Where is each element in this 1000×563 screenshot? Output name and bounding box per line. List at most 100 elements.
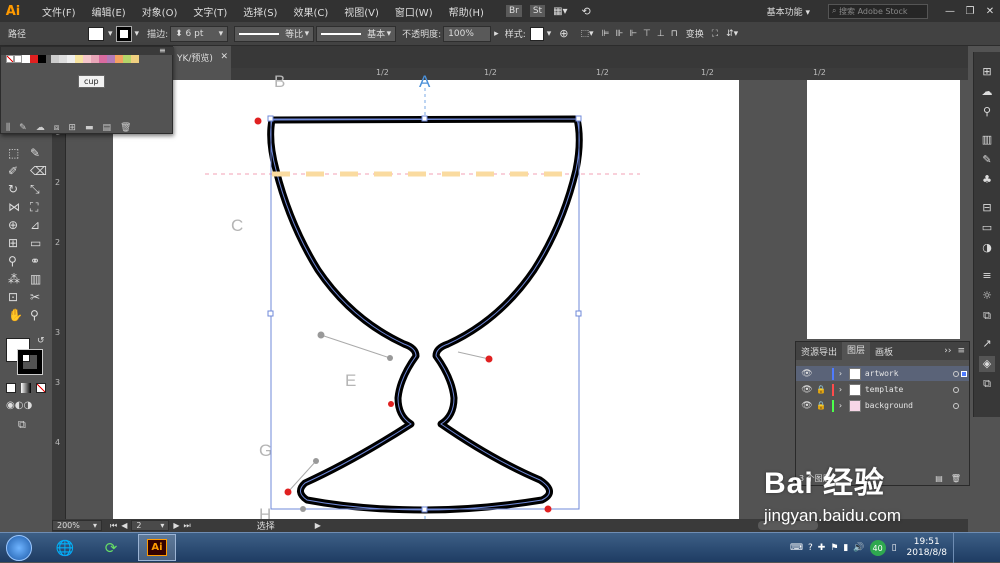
panel-menu-icon[interactable]: ≡ xyxy=(957,346,965,356)
variable-width-profile[interactable]: 等比 ▾ xyxy=(234,25,315,42)
workspace-switcher[interactable]: 基本功能 ▾ xyxy=(767,5,810,18)
anchor-point[interactable] xyxy=(387,355,393,361)
swatch-purple[interactable] xyxy=(107,55,115,63)
selection-handle[interactable] xyxy=(575,115,582,122)
stock-icon[interactable]: St xyxy=(529,5,546,17)
hand-tool-icon[interactable]: ✋ xyxy=(8,308,23,322)
swap-colors-icon[interactable]: ↺ xyxy=(37,336,45,346)
symbol-sprayer-tool-icon[interactable]: ⁂ xyxy=(8,272,20,286)
artboards-panel-icon[interactable]: ⧉ xyxy=(979,376,995,392)
new-group-icon[interactable]: ▬ xyxy=(85,123,94,133)
gradient-mode-button[interactable] xyxy=(21,383,31,393)
tab-asset-export[interactable]: 资源导出 xyxy=(796,345,842,358)
color-group-icon[interactable]: ⧈ xyxy=(54,123,60,133)
swatch-green[interactable] xyxy=(123,55,131,63)
menu-type[interactable]: 文字(T) xyxy=(185,4,235,19)
anchor-point[interactable] xyxy=(300,506,306,512)
paintbrush-tool-icon[interactable]: ✎ xyxy=(30,146,40,160)
target-circle-icon[interactable] xyxy=(953,370,959,377)
swatch-sand[interactable] xyxy=(131,55,139,63)
transform-button[interactable]: 变换 xyxy=(686,27,704,40)
appearance-icon[interactable]: ⧉ xyxy=(979,308,995,324)
color-panel-icon[interactable]: ◑ xyxy=(979,240,995,256)
close-icon[interactable]: ✕ xyxy=(980,6,1000,17)
tool-icon[interactable]: ⬚ xyxy=(8,146,19,160)
swatch-gray-lighter[interactable] xyxy=(67,55,75,63)
vertical-ruler[interactable]: 1 2 2 3 3 4 xyxy=(52,68,66,519)
selection-handle[interactable] xyxy=(421,115,428,122)
search-field[interactable]: ⌕ 搜索 Adobe Stock xyxy=(828,3,928,19)
swatch-rose[interactable] xyxy=(91,55,99,63)
target-circle-icon[interactable] xyxy=(953,386,959,393)
swatch-yellow[interactable] xyxy=(75,55,83,63)
signal-icon[interactable]: ▮ xyxy=(843,543,848,553)
menu-window[interactable]: 窗口(W) xyxy=(387,4,441,19)
menu-object[interactable]: 对象(O) xyxy=(134,4,186,19)
selection-bounding-box[interactable] xyxy=(270,118,580,510)
arrange-documents-icon[interactable]: ▦▾ xyxy=(553,6,567,17)
zoom-level-field[interactable]: 200% ▾ xyxy=(52,520,102,531)
mesh-tool-icon[interactable]: ⊞ xyxy=(8,236,18,250)
opacity-field[interactable]: 100% xyxy=(443,25,492,42)
stroke-panel-icon[interactable]: ≡ xyxy=(979,268,995,284)
layer-row-template[interactable]: 👁 🔒 › template xyxy=(796,382,969,397)
swatch-registration[interactable] xyxy=(14,55,22,63)
more-options-icon[interactable]: ⇵▾ xyxy=(726,29,738,39)
gradient-tool-icon[interactable]: ▭ xyxy=(30,236,41,250)
restore-icon[interactable]: ❐ xyxy=(960,6,980,17)
close-tab-icon[interactable]: ✕ xyxy=(220,52,228,62)
panel-menu-icon[interactable]: ≡ xyxy=(159,46,166,55)
horizontal-ruler[interactable]: 1/2 1/2 1/2 1/2 1/2 xyxy=(231,68,968,80)
swatch-red[interactable] xyxy=(30,55,38,63)
menu-view[interactable]: 视图(V) xyxy=(336,4,387,19)
swatch-gray[interactable] xyxy=(51,55,59,63)
scale-tool-icon[interactable]: ⤡ xyxy=(30,182,40,197)
layers-panel-icon[interactable]: ◈ xyxy=(979,356,995,372)
align-bottom-icon[interactable]: ⊓ xyxy=(671,29,678,39)
keyboard-icon[interactable]: ⌨ xyxy=(790,543,803,553)
help-icon[interactable]: ? xyxy=(808,543,813,553)
target-circle-icon[interactable] xyxy=(953,402,959,409)
bridge-icon[interactable]: Br xyxy=(505,5,522,17)
anchor-point[interactable] xyxy=(254,117,262,125)
taskbar-app-illustrator[interactable]: Ai xyxy=(138,534,176,561)
layer-name[interactable]: template xyxy=(865,385,904,394)
cup-outline[interactable] xyxy=(267,115,583,514)
anchor-point[interactable] xyxy=(313,458,319,464)
brushes-icon[interactable]: ✎ xyxy=(979,152,995,168)
brush-definition[interactable]: 基本 ▾ xyxy=(316,25,397,42)
rotate-tool-icon[interactable]: ↻ xyxy=(8,182,18,196)
color-guide-icon[interactable]: ⊞ xyxy=(979,64,995,80)
swatch-magenta[interactable] xyxy=(99,55,107,63)
graphic-style-swatch[interactable] xyxy=(529,26,544,41)
gradient-panel-icon[interactable]: ☼ xyxy=(979,288,995,304)
fill-swatch[interactable] xyxy=(88,26,104,41)
stroke-dropdown-icon[interactable]: ▾ xyxy=(135,29,140,39)
shaper-tool-icon[interactable]: ✐ xyxy=(8,164,18,178)
eyedropper-tool-icon[interactable]: ⚲ xyxy=(8,254,17,268)
properties-icon[interactable]: ⚲ xyxy=(979,104,995,120)
swatch-options-icon[interactable]: ☁ xyxy=(36,123,45,133)
volume-icon[interactable]: 🔊 xyxy=(853,543,864,553)
align-center-icon[interactable]: ⊪ xyxy=(615,29,623,39)
delete-swatch-icon[interactable]: 🗑 xyxy=(120,123,131,133)
fill-dropdown-icon[interactable]: ▾ xyxy=(108,29,113,39)
swatch-gray-light[interactable] xyxy=(59,55,67,63)
align-to-icon[interactable]: ⬚▾ xyxy=(580,29,593,39)
swatch-library-icon[interactable]: ⫼ xyxy=(6,123,10,133)
swatch-black[interactable] xyxy=(38,55,46,63)
show-kinds-icon[interactable]: ✎ xyxy=(19,123,27,133)
anchor-point[interactable] xyxy=(485,355,493,363)
last-artboard-icon[interactable]: ⏭ xyxy=(184,521,191,531)
stroke-swatch[interactable] xyxy=(115,25,132,42)
shape-builder-tool-icon[interactable]: ⊕ xyxy=(8,218,18,232)
new-swatch-icon[interactable]: ▤ xyxy=(102,123,111,133)
visibility-eye-icon[interactable]: 👁 xyxy=(800,385,814,395)
isolate-icon[interactable]: ⛶ xyxy=(712,29,718,39)
anchor-point[interactable] xyxy=(544,505,552,513)
graph-tool-icon[interactable]: ▥ xyxy=(30,272,41,286)
selection-indicator[interactable] xyxy=(961,370,967,377)
menu-file[interactable]: 文件(F) xyxy=(34,4,84,19)
align-right-icon[interactable]: ⊩ xyxy=(629,29,637,39)
status-arrow-icon[interactable]: ▶ xyxy=(315,521,321,530)
